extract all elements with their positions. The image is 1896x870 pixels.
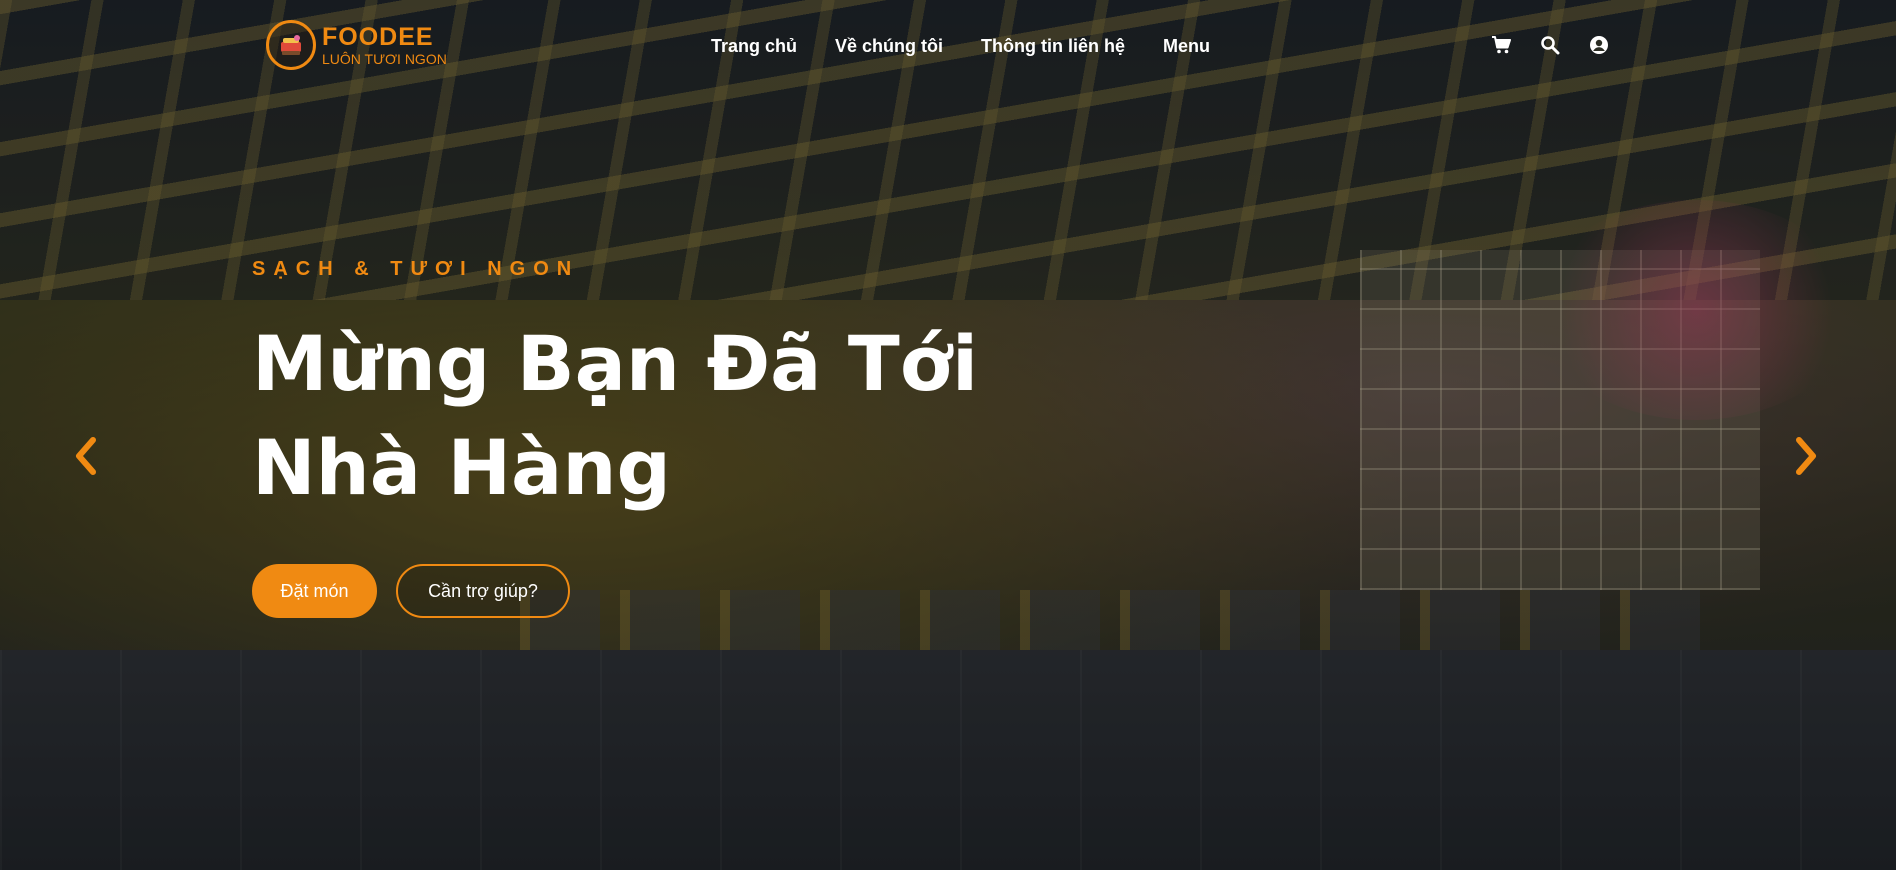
brand-logo[interactable]: FOODEE LUÔN TƯƠI NGON: [266, 20, 447, 70]
logo-badge-icon: [266, 20, 316, 70]
nav-item-home[interactable]: Trang chủ: [711, 36, 797, 57]
chevron-left-icon: [76, 437, 96, 475]
brand-tagline: LUÔN TƯƠI NGON: [322, 50, 447, 67]
logo-text: FOODEE LUÔN TƯƠI NGON: [322, 22, 447, 67]
order-button[interactable]: Đặt món: [252, 564, 377, 618]
site-header: FOODEE LUÔN TƯƠI NGON Trang chủ Về chúng…: [0, 0, 1896, 90]
search-icon[interactable]: [1539, 34, 1561, 56]
brand-name: FOODEE: [322, 22, 434, 51]
help-button[interactable]: Cần trợ giúp?: [396, 564, 570, 618]
hero-eyebrow: SẠCH & TƯƠI NGON: [252, 258, 580, 280]
header-actions: [1490, 34, 1610, 56]
hero-headline-line2: Nhà Hàng: [252, 423, 671, 512]
hero-section: FOODEE LUÔN TƯƠI NGON Trang chủ Về chúng…: [0, 0, 1896, 870]
chevron-right-icon: [1796, 437, 1816, 475]
carousel-prev-button[interactable]: [68, 432, 104, 480]
cart-icon[interactable]: [1490, 34, 1512, 56]
hero-headline-line1: Mừng Bạn Đã Tới: [252, 319, 979, 408]
nav-item-contact[interactable]: Thông tin liên hệ: [981, 36, 1125, 57]
hero-headline: Mừng Bạn Đã Tới Nhà Hàng: [252, 312, 1152, 520]
nav-item-about[interactable]: Về chúng tôi: [835, 36, 943, 57]
carousel-next-button[interactable]: [1788, 432, 1824, 480]
main-nav: Trang chủ Về chúng tôi Thông tin liên hệ…: [711, 36, 1210, 57]
nav-item-menu[interactable]: Menu: [1163, 36, 1210, 57]
user-account-icon[interactable]: [1588, 34, 1610, 56]
